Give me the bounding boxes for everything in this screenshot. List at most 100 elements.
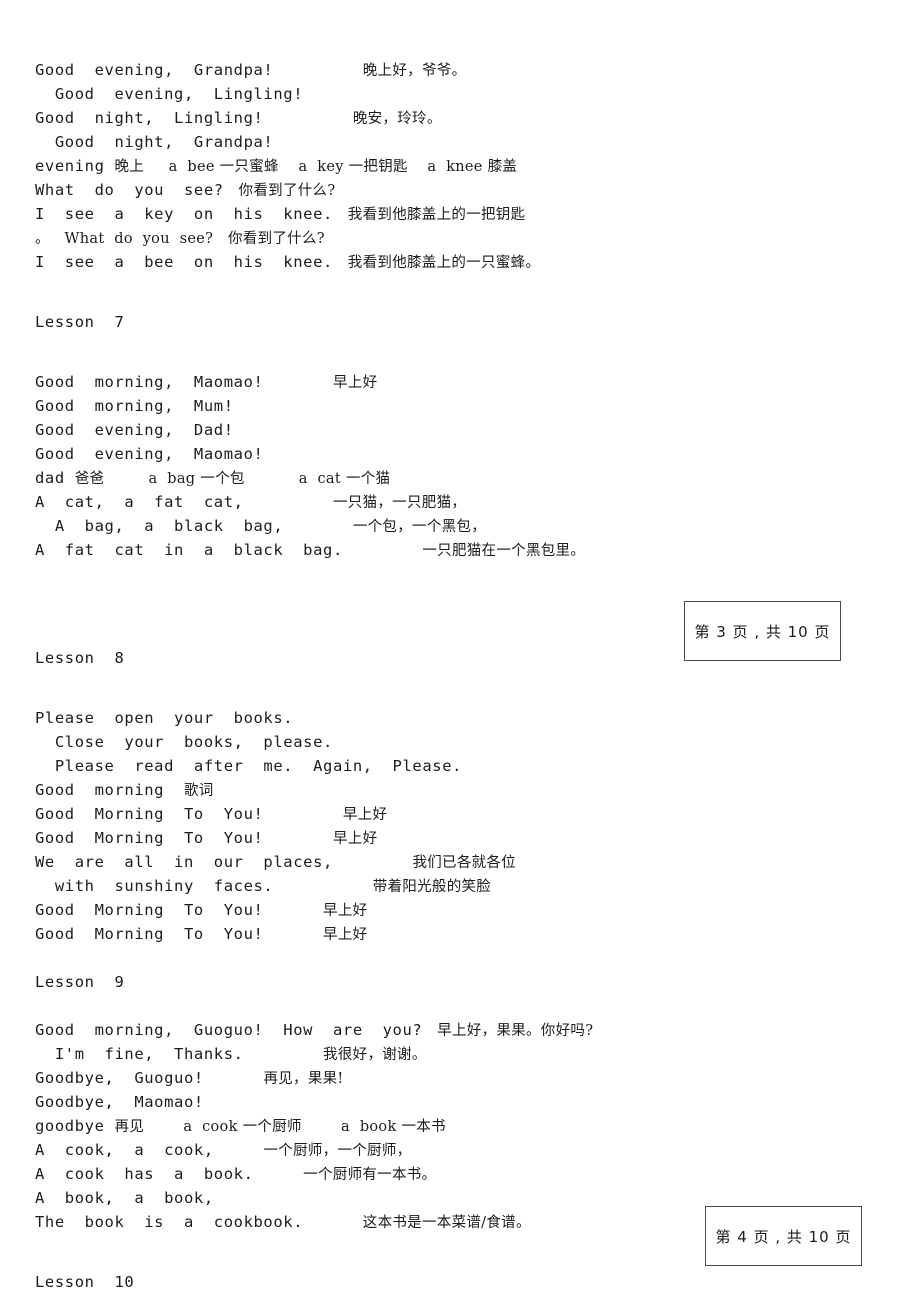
text-line: Good Morning To You! 早上好 (35, 826, 675, 850)
line-chinese: 我很好，谢谢。 (323, 1047, 427, 1063)
line-english: A bag, a black bag, (35, 517, 284, 535)
line-chinese: 早上好 (323, 903, 368, 919)
text-line: Goodbye, Maomao! (35, 1090, 675, 1114)
text-line: 。 What do you see? 你看到了什么? (35, 226, 675, 250)
line-english: I see a bee on his knee. (35, 253, 343, 271)
line-chinese: 再见 a cook 一个厨师 a book 一本书 (114, 1119, 446, 1135)
text-line: Good morning 歌词 (35, 778, 675, 802)
line-chinese: 我看到他膝盖上的一把钥匙 (342, 207, 526, 223)
line-english: Good morning, Maomao! (35, 373, 264, 391)
line-chinese: 这本书是一本菜谱/食谱。 (362, 1215, 531, 1231)
line-english: Please open your books. (35, 709, 294, 727)
line-english: Good evening, Maomao! (35, 445, 264, 463)
line-english: Goodbye, Maomao! (35, 1093, 204, 1111)
line-chinese: 我们已各就各位 (412, 855, 517, 871)
text-line: We are all in our places, 我们已各就各位 (35, 850, 675, 874)
line-chinese: 晚上 a bee 一只蜜蜂 a key 一把钥匙 a knee 膝盖 (114, 159, 518, 175)
document-page: Good evening, Grandpa! 晚上好，爷爷。 Good even… (0, 0, 920, 1302)
document-text-body: Good evening, Grandpa! 晚上好，爷爷。 Good even… (35, 58, 675, 1294)
text-line: I see a bee on his knee. 我看到他膝盖上的一只蜜蜂。 (35, 250, 675, 274)
line-english: Good Morning To You! (35, 925, 264, 943)
line-english: Good morning (35, 781, 184, 799)
lesson-heading-9: Lesson 9 (35, 973, 125, 991)
text-line: Good evening, Grandpa! 晚上好，爷爷。 (35, 58, 675, 82)
text-line: Please open your books. (35, 706, 675, 730)
line-english: The book is a cookbook. (35, 1213, 304, 1231)
line-english: Please read after me. Again, Please. (35, 757, 463, 775)
line-english: Good night, Lingling! (35, 109, 264, 127)
line-english: A fat cat in a black bag. (35, 541, 343, 559)
line-english: Good morning, Mum! (35, 397, 234, 415)
page-number-box-4: 第 4 页 , 共 10 页 (705, 1206, 862, 1266)
text-line: Good evening, Dad! (35, 418, 675, 442)
line-chinese: 早上好 (332, 375, 378, 391)
line-chinese: 早上好 (323, 927, 368, 943)
lesson-heading-7: Lesson 7 (35, 313, 125, 331)
lesson-heading-8: Lesson 8 (35, 649, 125, 667)
text-line: I see a key on his knee. 我看到他膝盖上的一把钥匙 (35, 202, 675, 226)
line-english: Good evening, Grandpa! (35, 61, 274, 79)
line-english: Good night, Grandpa! (35, 133, 274, 151)
line-mixed: 。 What do you see? 你看到了什么? (35, 231, 325, 247)
line-chinese: 一只肥猫在一个黑包里。 (422, 543, 586, 559)
line-english: A cook, a cook, (35, 1141, 214, 1159)
text-line: dad 爸爸 a bag 一个包 a cat 一个猫 (35, 466, 675, 490)
line-chinese: 早上好 (342, 807, 388, 823)
line-chinese: 你看到了什么? (233, 183, 336, 199)
text-line: evening 晚上 a bee 一只蜜蜂 a key 一把钥匙 a knee … (35, 154, 675, 178)
line-chinese: 早上好 (332, 831, 378, 847)
text-line: Good night, Lingling! 晚安，玲玲。 (35, 106, 675, 130)
line-chinese: 带着阳光般的笑脸 (372, 879, 492, 895)
line-english: evening (35, 157, 115, 175)
line-english: Goodbye, Guoguo! (35, 1069, 204, 1087)
text-line: Good morning, Guoguo! How are you? 早上好，果… (35, 1018, 675, 1042)
text-line: Good Morning To You! 早上好 (35, 802, 675, 826)
line-english: What do you see? (35, 181, 234, 199)
text-line: Good morning, Mum! (35, 394, 675, 418)
line-chinese: 一个厨师，一个厨师， (263, 1143, 412, 1159)
line-english: dad (35, 469, 75, 487)
line-chinese: 我看到他膝盖上的一只蜜蜂。 (342, 255, 541, 271)
line-chinese: 一个厨师有一本书。 (303, 1167, 437, 1183)
text-line: Good morning, Maomao! 早上好 (35, 370, 675, 394)
line-english: Close your books, please. (35, 733, 333, 751)
text-line: Good Morning To You! 早上好 (35, 898, 675, 922)
line-english: Good morning, Guoguo! How are you? (35, 1021, 433, 1039)
text-line: with sunshiny faces. 带着阳光般的笑脸 (35, 874, 675, 898)
text-line: Good evening, Lingling! (35, 82, 675, 106)
text-line: A cook, a cook, 一个厨师，一个厨师， (35, 1138, 675, 1162)
page-number-box-3: 第 3 页 , 共 10 页 (684, 601, 841, 661)
line-english: Good evening, Dad! (35, 421, 234, 439)
text-line: I'm fine, Thanks. 我很好，谢谢。 (35, 1042, 675, 1066)
line-english: with sunshiny faces. (35, 877, 274, 895)
text-line: Goodbye, Guoguo! 再见，果果! (35, 1066, 675, 1090)
line-chinese: 早上好，果果。你好吗? (432, 1023, 594, 1039)
line-english: Good Morning To You! (35, 901, 264, 919)
text-line: A fat cat in a black bag. 一只肥猫在一个黑包里。 (35, 538, 675, 562)
text-line: Good night, Grandpa! (35, 130, 675, 154)
line-english: I'm fine, Thanks. (35, 1045, 244, 1063)
text-line: Good Morning To You! 早上好 (35, 922, 675, 946)
